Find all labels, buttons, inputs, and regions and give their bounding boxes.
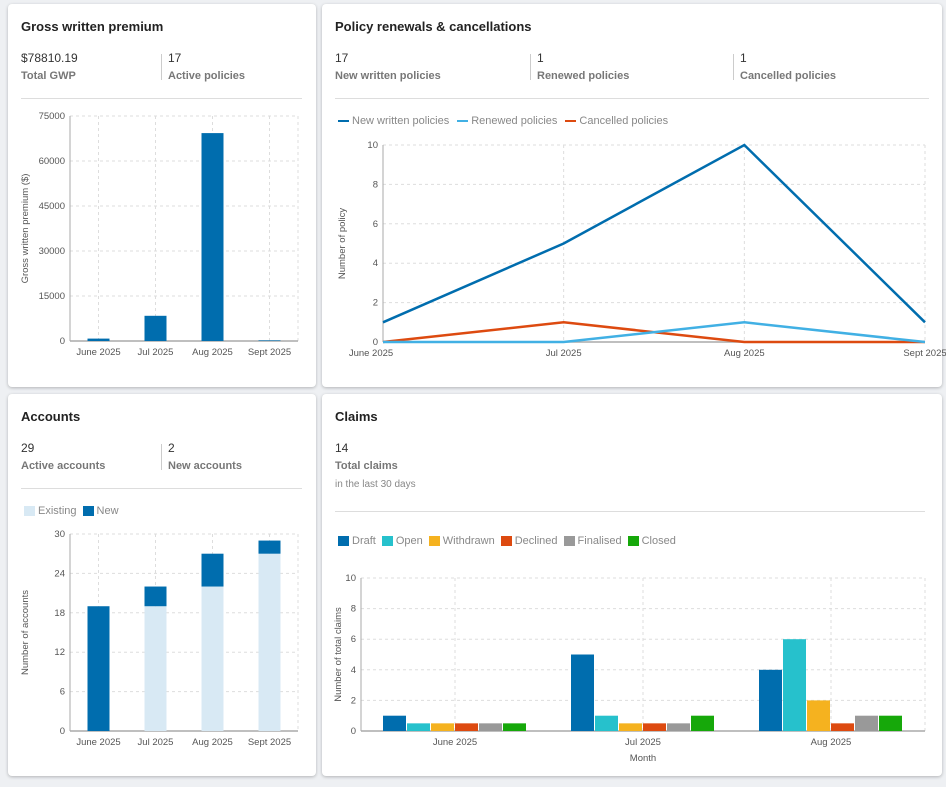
x-tick-label: Jul 2025: [138, 347, 174, 358]
bar: [258, 340, 281, 341]
y-tick-label: 0: [351, 726, 356, 737]
y-tick-label: 0: [373, 337, 378, 348]
x-tick-label: Aug 2025: [724, 348, 765, 359]
bar: [691, 715, 714, 731]
x-tick-label: Sept 2025: [248, 737, 291, 748]
bar-segment: [144, 606, 167, 731]
x-tick-label: Jul 2025: [625, 737, 661, 748]
y-tick-label: 24: [54, 568, 65, 579]
y-axis-label: Number of accounts: [20, 590, 31, 675]
bar: [759, 669, 782, 731]
y-tick-label: 18: [54, 608, 65, 619]
y-tick-label: 6: [351, 634, 356, 645]
bar: [595, 715, 618, 731]
y-tick-label: 30000: [39, 246, 65, 257]
y-tick-label: 0: [60, 726, 65, 737]
y-tick-label: 4: [373, 258, 378, 269]
y-axis-label: Number of policy: [337, 208, 348, 280]
bar: [643, 723, 666, 731]
bar: [783, 639, 806, 731]
x-tick-label: Aug 2025: [192, 347, 233, 358]
y-tick-label: 8: [351, 604, 356, 615]
y-tick-label: 30: [54, 529, 65, 540]
bar: [571, 654, 594, 731]
bar: [383, 715, 406, 731]
x-tick-label: June 2025: [349, 348, 393, 359]
x-tick-label: Aug 2025: [192, 737, 233, 748]
bar: [201, 133, 224, 341]
y-tick-label: 12: [54, 647, 65, 658]
y-tick-label: 2: [351, 695, 356, 706]
bar-segment: [201, 553, 224, 587]
y-tick-label: 2: [373, 298, 378, 309]
x-tick-label: June 2025: [76, 347, 120, 358]
bar: [855, 715, 878, 731]
x-tick-label: Sept 2025: [903, 348, 946, 359]
bar-segment: [144, 586, 167, 607]
y-tick-label: 6: [373, 219, 378, 230]
x-tick-label: June 2025: [433, 737, 477, 748]
bar: [831, 723, 854, 731]
y-tick-label: 10: [367, 140, 378, 151]
bar: [455, 723, 478, 731]
charts-layer: 01500030000450006000075000June 2025 Jul 2…: [20, 111, 946, 764]
y-axis-label: Gross written premium ($): [20, 174, 31, 284]
bar: [619, 723, 642, 731]
y-tick-label: 4: [351, 665, 356, 676]
y-axis-label: Number of total claims: [333, 607, 344, 702]
x-tick-label: Aug 2025: [811, 737, 852, 748]
bar: [879, 715, 902, 731]
bar: [144, 315, 167, 341]
bar-segment: [201, 586, 224, 731]
x-tick-label: Sept 2025: [248, 347, 291, 358]
x-tick-label: Jul 2025: [546, 348, 582, 359]
y-tick-label: 0: [60, 336, 65, 347]
x-tick-label: June 2025: [76, 737, 120, 748]
y-tick-label: 75000: [39, 111, 65, 122]
bar: [667, 723, 690, 731]
series-line: [382, 143, 926, 324]
bar-segment: [258, 540, 281, 554]
bar-segment: [258, 553, 281, 731]
bar: [407, 723, 430, 731]
y-tick-label: 6: [60, 687, 65, 698]
y-tick-label: 8: [373, 179, 378, 190]
bar: [431, 723, 454, 731]
x-tick-label: Jul 2025: [138, 737, 174, 748]
x-axis-label: Month: [630, 753, 656, 764]
bar: [479, 723, 502, 731]
bar: [807, 700, 830, 731]
y-tick-label: 10: [345, 573, 356, 584]
y-tick-label: 60000: [39, 156, 65, 167]
bar: [87, 338, 110, 341]
y-tick-label: 15000: [39, 291, 65, 302]
bar: [503, 723, 526, 731]
y-tick-label: 45000: [39, 201, 65, 212]
bar-segment: [87, 606, 110, 731]
